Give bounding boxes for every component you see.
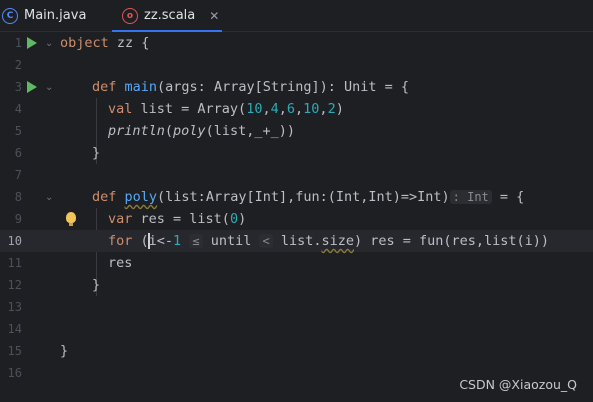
function-name: poly	[124, 189, 158, 205]
line-number: 1	[14, 36, 22, 50]
line-number: 11	[7, 256, 22, 270]
editor-tab-bar: C Main.java o zz.scala ✕	[0, 0, 593, 32]
lightbulb-icon[interactable]	[66, 212, 76, 226]
scala-object-icon: o	[122, 7, 138, 24]
tab-zz-scala[interactable]: o zz.scala ✕	[112, 0, 232, 32]
line-number: 12	[7, 278, 22, 292]
code-text: size	[321, 233, 354, 249]
code-text: res = list(	[132, 211, 230, 227]
code-text: (args: Array[String]): Unit = {	[157, 79, 410, 95]
type-hint: : Int	[449, 190, 492, 204]
keyword: def	[92, 189, 117, 205]
code-text: ) res = fun(res,list(i))	[354, 233, 550, 249]
number-literal: 2	[327, 101, 336, 117]
line-number: 8	[14, 190, 22, 204]
java-class-icon: C	[2, 7, 18, 24]
code-text: until	[202, 233, 260, 249]
tab-label: zz.scala	[144, 8, 196, 23]
code-text: }	[92, 145, 101, 161]
function-call: poly	[173, 123, 206, 139]
code-text: }	[92, 277, 101, 293]
number-literal: 10	[246, 101, 263, 117]
close-icon[interactable]: ✕	[209, 9, 219, 23]
tab-label: Main.java	[24, 8, 87, 23]
line-number: 7	[14, 168, 22, 182]
code-line[interactable]: 6 }	[0, 142, 593, 164]
line-number: 5	[14, 124, 22, 138]
code-line[interactable]: 7	[0, 164, 593, 186]
line-number: 6	[14, 146, 22, 160]
line-number: 3	[14, 80, 22, 94]
fold-icon[interactable]: ⌄	[45, 192, 53, 203]
number-literal: 4	[270, 101, 279, 117]
function-name: main	[124, 79, 158, 95]
number-literal: 1	[173, 233, 182, 249]
inlay-hint: <	[259, 234, 273, 248]
code-text: = {	[491, 189, 525, 205]
code-text: list.	[272, 233, 322, 249]
run-gutter-icon[interactable]	[27, 81, 37, 93]
keyword: val	[108, 101, 133, 117]
code-line[interactable]: 14	[0, 318, 593, 340]
number-literal: 0	[229, 211, 239, 227]
code-text: )	[335, 101, 344, 117]
line-number: 4	[14, 102, 22, 116]
line-number: 10	[7, 234, 22, 248]
number-literal: 6	[286, 101, 296, 117]
code-text: (	[164, 123, 174, 139]
line-number: 2	[14, 58, 22, 72]
keyword: for	[108, 233, 133, 249]
code-text: ,	[295, 101, 304, 117]
code-line[interactable]: 8 ⌄ def poly(list:Array[Int],fun:(Int,In…	[0, 186, 593, 208]
code-line-current[interactable]: 10 for (i<-1 ≤ until < list.size) res = …	[0, 230, 593, 252]
code-line[interactable]: 3 ⌄ def main(args: Array[String]): Unit …	[0, 76, 593, 98]
code-line[interactable]: 9 var res = list(0)	[0, 208, 593, 230]
code-line[interactable]: 1 ⌄ object zz {	[0, 32, 593, 54]
code-text: (list:Array[Int],fun:(Int,Int)=>Int)	[157, 189, 450, 205]
line-number: 14	[7, 322, 22, 336]
keyword: def	[92, 79, 117, 95]
function-call: println	[108, 123, 165, 139]
code-text: list = Array(	[132, 101, 247, 117]
code-text: ,	[278, 101, 287, 117]
code-line[interactable]: 5 println(poly(list,_+_))	[0, 120, 593, 142]
code-line[interactable]: 2	[0, 54, 593, 76]
code-line[interactable]: 11 res	[0, 252, 593, 274]
code-text: res	[108, 255, 133, 271]
line-number: 9	[14, 212, 22, 226]
code-text: }	[60, 343, 69, 359]
number-literal: 10	[303, 101, 320, 117]
keyword: object	[60, 35, 109, 51]
code-text: zz {	[108, 35, 150, 51]
tab-main-java[interactable]: C Main.java	[0, 0, 110, 31]
code-text: (list,_+_))	[205, 123, 295, 139]
code-text: ,	[262, 101, 271, 117]
watermark: CSDN @Xiaozou_Q	[459, 377, 577, 392]
keyword: var	[108, 211, 133, 227]
code-line[interactable]: 15 }	[0, 340, 593, 362]
code-text: )	[238, 211, 247, 227]
code-line[interactable]: 4 val list = Array(10,4,6,10,2)	[0, 98, 593, 120]
code-line[interactable]: 13	[0, 296, 593, 318]
inlay-hint: ≤	[189, 234, 203, 248]
fold-icon[interactable]: ⌄	[45, 38, 53, 49]
code-line[interactable]: 12 }	[0, 274, 593, 296]
line-number: 16	[7, 366, 22, 380]
code-editor[interactable]: 1 ⌄ object zz { 2 3 ⌄ def main(args: Arr…	[0, 32, 593, 402]
code-text: i<-	[148, 233, 174, 249]
line-number: 15	[7, 344, 22, 358]
code-text: (	[132, 233, 149, 249]
run-gutter-icon[interactable]	[27, 37, 37, 49]
line-number: 13	[7, 300, 22, 314]
fold-icon[interactable]: ⌄	[45, 82, 53, 93]
code-text: ,	[319, 101, 328, 117]
